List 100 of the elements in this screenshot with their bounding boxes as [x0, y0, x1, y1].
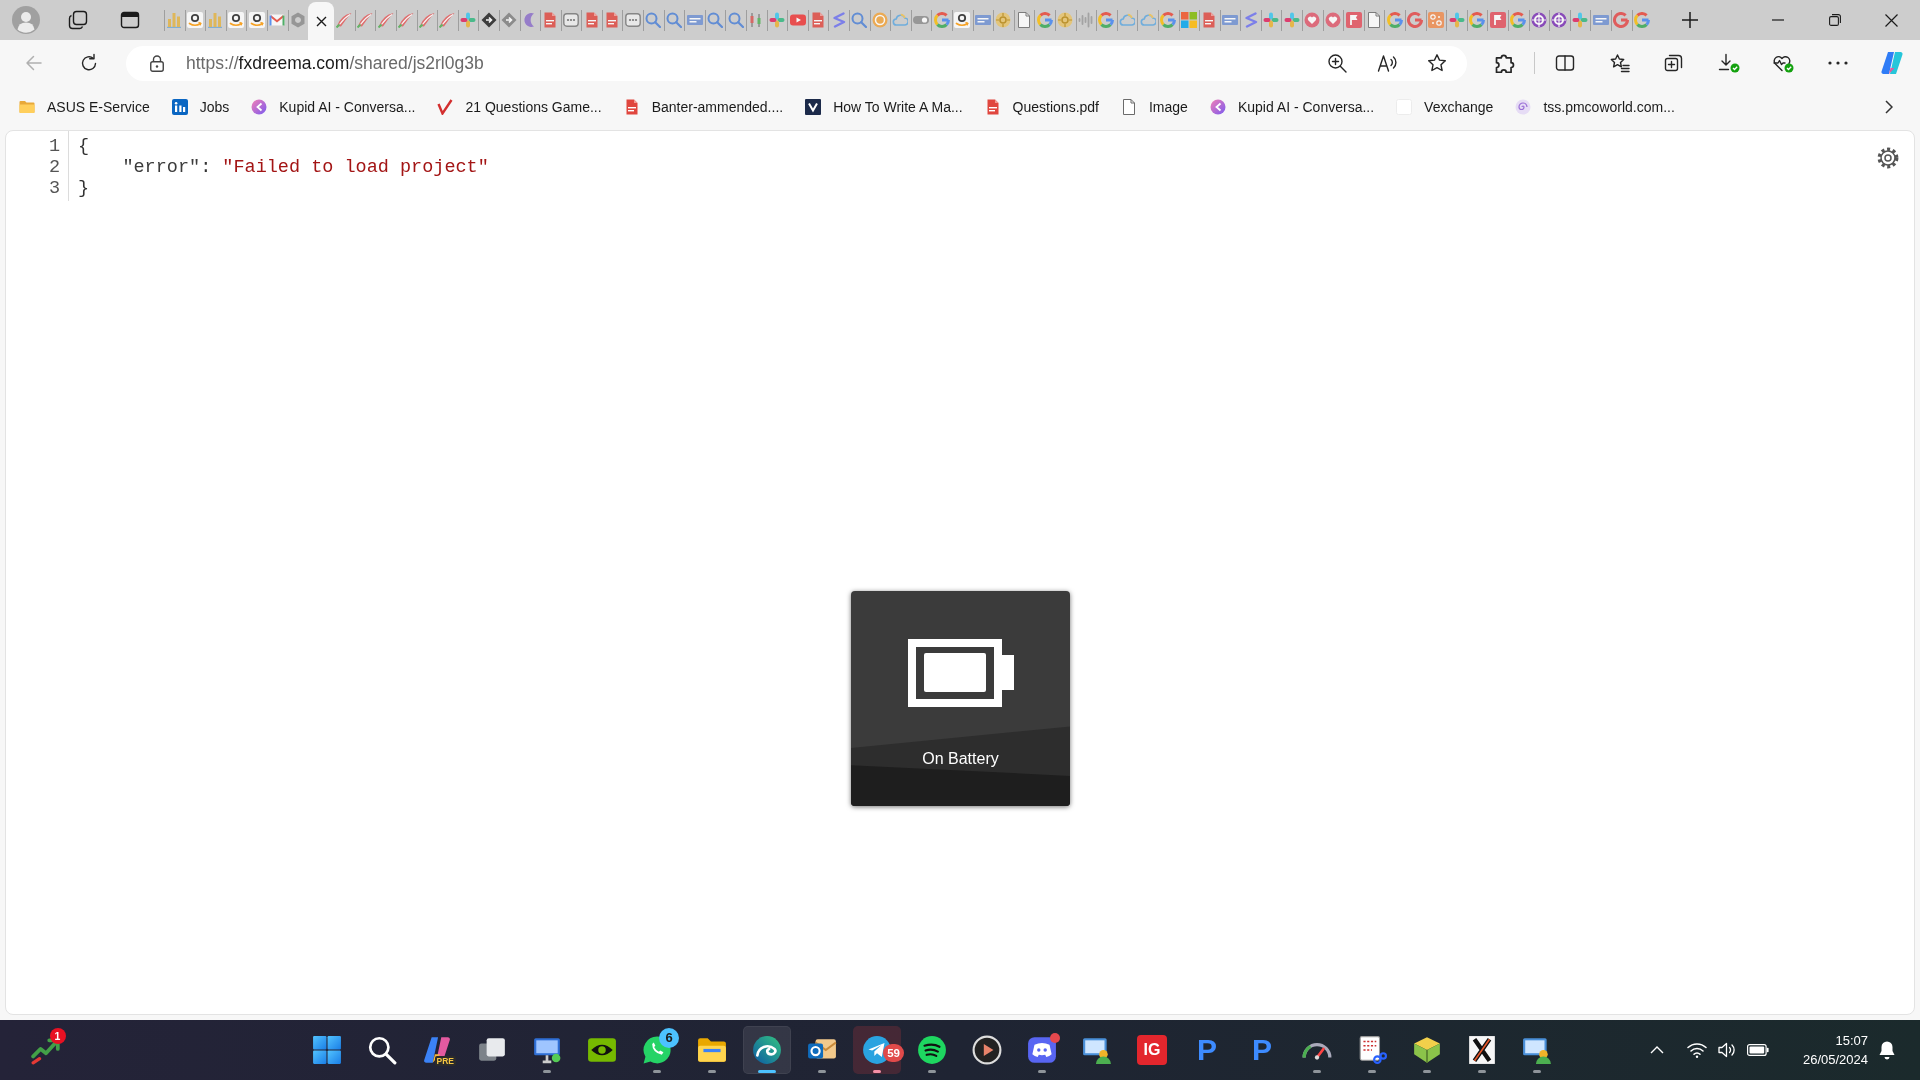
bookmark-item[interactable]: Kupid AI - Conversa...: [240, 93, 427, 121]
pinwheel-icon: [1263, 12, 1280, 28]
chat-icon: [624, 12, 641, 28]
close-icon[interactable]: [1885, 13, 1898, 27]
monitor-person-icon: [1082, 1035, 1112, 1065]
taskbar-button[interactable]: P: [1238, 1026, 1286, 1074]
tab[interactable]: [308, 2, 335, 40]
taskbar-button[interactable]: [743, 1026, 791, 1074]
label-icon: [686, 12, 703, 28]
folder-icon: [19, 99, 35, 115]
star-icon[interactable]: [1427, 53, 1447, 73]
bookmark-item[interactable]: Banter-ammended....: [612, 93, 795, 121]
avatar-icon[interactable]: [12, 6, 40, 34]
cross-icon: [1467, 1035, 1497, 1065]
ring-icon: [933, 12, 950, 28]
bar-chart-icon: [166, 12, 183, 28]
zigzag-icon: [830, 12, 847, 28]
feather-icon: [439, 12, 456, 28]
search-icon: [367, 1035, 397, 1065]
file-icon: [1201, 12, 1218, 28]
wifi-icon[interactable]: [1687, 1042, 1707, 1058]
bookmark-item[interactable]: Vexchange: [1385, 93, 1505, 121]
bookmark-item[interactable]: tss.pmcoworld.com...: [1504, 93, 1686, 121]
folder-icon: [697, 1035, 727, 1065]
chevron-circle-icon: [251, 99, 268, 115]
bell-icon[interactable]: [1878, 1040, 1896, 1060]
app-label: PRE: [434, 1056, 456, 1066]
search-icon: [665, 12, 682, 28]
scissors-page-icon: [1357, 1035, 1387, 1065]
label-icon: [974, 12, 991, 28]
play-icon: [972, 1035, 1002, 1065]
taskbar-button[interactable]: 59: [853, 1026, 901, 1074]
split-screen-icon[interactable]: [1555, 55, 1576, 71]
taskbar-button[interactable]: IG: [1128, 1026, 1176, 1074]
zoom-in-icon[interactable]: [1327, 53, 1347, 73]
ring-icon: [1633, 12, 1650, 28]
taskbar-button[interactable]: 1: [21, 1026, 70, 1074]
bookmark-item[interactable]: How To Write A Ma...: [794, 93, 974, 121]
plus-icon[interactable]: [1681, 11, 1700, 29]
bookmark-item[interactable]: ASUS E-Service: [8, 93, 161, 121]
line-number: 3: [48, 178, 60, 199]
restore-icon[interactable]: [1828, 14, 1841, 26]
bookmark-item[interactable]: Questions.pdf: [973, 93, 1110, 121]
download-icon[interactable]: [1717, 53, 1740, 73]
flag-tile-icon: [1489, 12, 1506, 28]
code-line: {: [78, 136, 90, 157]
cloud-icon: [1139, 12, 1156, 28]
close-icon[interactable]: [315, 15, 327, 27]
notification-badge: 1: [49, 1028, 66, 1044]
taskbar-button[interactable]: PRE: [413, 1026, 461, 1074]
page-icon: [1121, 99, 1137, 115]
lock-icon: [150, 54, 164, 72]
refresh-icon[interactable]: [79, 53, 99, 73]
code-line: "error": "Failed to load project": [122, 157, 489, 178]
read-aloud-icon[interactable]: [1377, 54, 1397, 72]
ring-icon: [1469, 12, 1486, 28]
address-field[interactable]: https://fxdreema.com/shared/js2rl0g3b: [126, 45, 1467, 81]
bookmark-item[interactable]: Kupid AI - Conversa...: [1198, 93, 1386, 121]
code-line: }: [78, 178, 90, 199]
taskbar-button[interactable]: 6: [633, 1026, 681, 1074]
minimize-icon[interactable]: [1771, 19, 1784, 21]
search-icon: [851, 12, 868, 28]
chat-icon: [563, 12, 579, 28]
diamond-arrow-icon: [501, 12, 518, 28]
favorites-icon[interactable]: [1609, 53, 1630, 73]
bookmark-item[interactable]: Jobs: [160, 93, 241, 121]
chevron-circle-icon: [1209, 99, 1226, 115]
taskbar-button[interactable]: P: [1183, 1026, 1231, 1074]
bookmark-item[interactable]: Image: [1110, 93, 1199, 121]
label-icon: [1222, 12, 1238, 28]
clock-time[interactable]: 15:07: [1835, 1031, 1868, 1050]
app-logo: IG: [1137, 1035, 1167, 1065]
puzzle-icon[interactable]: [1495, 53, 1515, 73]
settings-icon[interactable]: [1877, 147, 1899, 169]
pattern-icon: [1427, 12, 1444, 28]
chevron-right-icon[interactable]: [1885, 100, 1893, 114]
battery-icon[interactable]: [1747, 1044, 1769, 1056]
ring-icon: [1510, 12, 1527, 28]
window-icon[interactable]: [120, 11, 140, 29]
monitor-person-icon: [1522, 1035, 1552, 1065]
app-logo: P: [1251, 1035, 1273, 1065]
monitor-icon: [532, 1035, 562, 1065]
chevron-up-icon[interactable]: [1650, 1046, 1664, 1054]
heart-pulse-icon[interactable]: [1772, 53, 1795, 73]
ring-icon: [1407, 12, 1424, 28]
feather-icon: [336, 12, 353, 28]
search-icon: [707, 12, 724, 28]
squares-plus-icon[interactable]: [1664, 53, 1685, 73]
feather-icon: [357, 12, 374, 28]
cloud-icon: [1119, 12, 1135, 28]
bookmark-item[interactable]: 21 Questions Game...: [426, 93, 613, 121]
ribbon-logo-icon[interactable]: [1880, 51, 1905, 75]
feather-icon: [398, 12, 415, 28]
speaker-icon[interactable]: [1717, 1042, 1737, 1058]
bar-chart-icon: [207, 12, 224, 28]
clock-date[interactable]: 26/05/2024: [1802, 1050, 1868, 1069]
tick-icon: [437, 99, 454, 115]
more-icon[interactable]: [1827, 61, 1848, 65]
file-icon: [542, 12, 559, 28]
stacked-squares-icon[interactable]: [68, 10, 88, 30]
